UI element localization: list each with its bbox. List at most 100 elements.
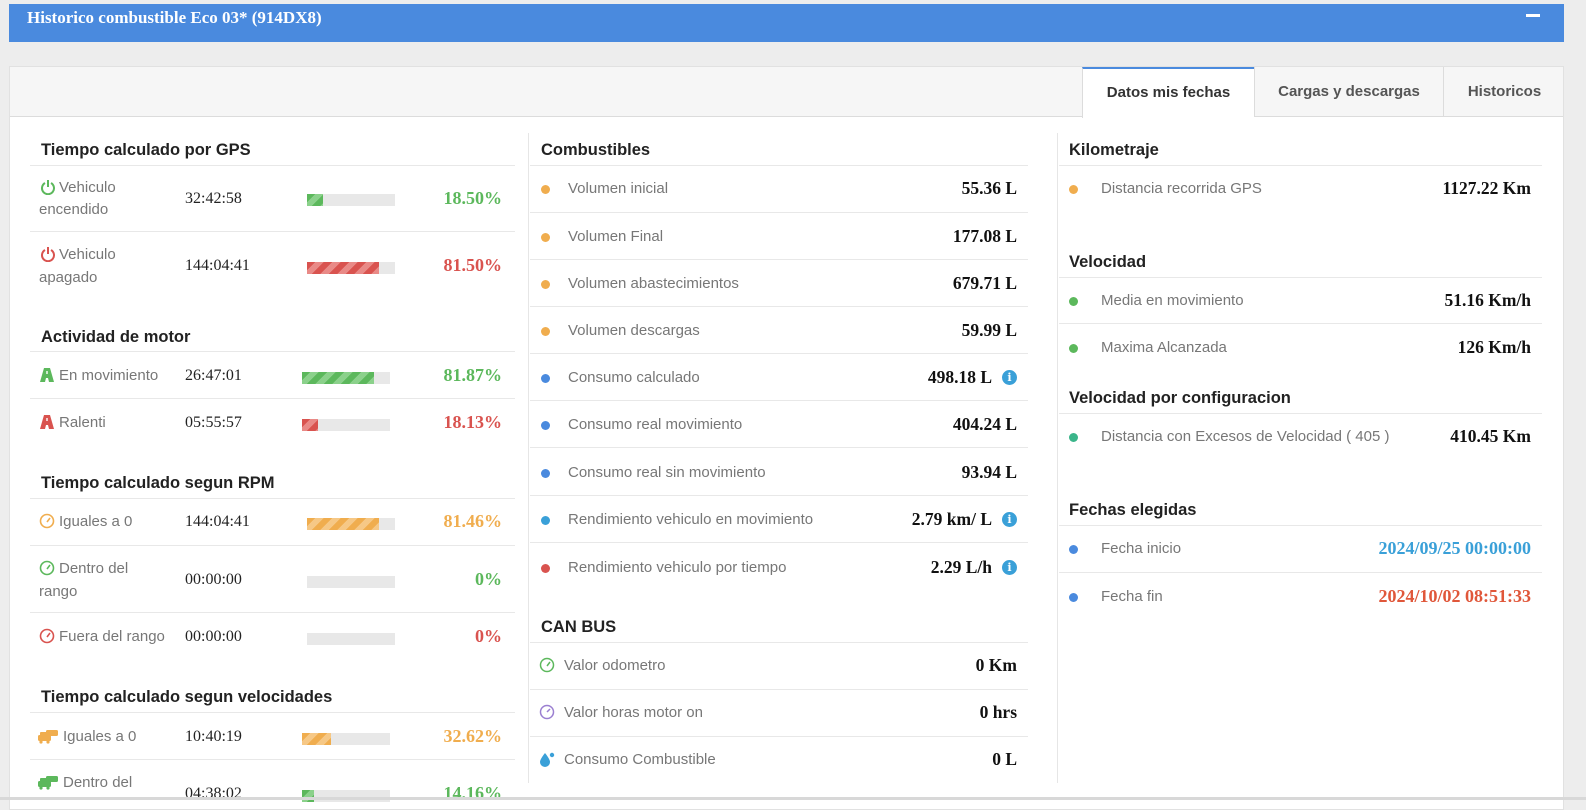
row-label: Consumo real movimiento bbox=[568, 416, 743, 433]
row-label: Maxima Alcanzada bbox=[1101, 339, 1227, 356]
progress-bar bbox=[307, 194, 395, 206]
progress-bar bbox=[302, 372, 390, 384]
power-icon bbox=[41, 180, 55, 195]
row-percent: 14.16% bbox=[443, 783, 503, 803]
section-title: Fechas elegidas bbox=[1069, 501, 1197, 519]
divider bbox=[530, 353, 1028, 354]
progress-bar bbox=[307, 262, 395, 274]
row-value: 404.24 L bbox=[952, 414, 1017, 434]
status-dot bbox=[1069, 593, 1078, 602]
divider bbox=[30, 612, 515, 613]
row-label: Consumo real sin movimiento bbox=[568, 464, 766, 481]
row-label: Vehiculo bbox=[59, 246, 116, 263]
status-dot bbox=[541, 327, 550, 336]
row-value: 2.79 km/ L bbox=[911, 509, 992, 529]
row-label: Valor odometro bbox=[564, 657, 666, 674]
row-value: 679.71 L bbox=[952, 273, 1017, 293]
row-percent: 81.50% bbox=[443, 255, 503, 275]
status-dot bbox=[1069, 344, 1078, 353]
gauge-icon bbox=[39, 513, 55, 529]
row-percent: 81.87% bbox=[443, 365, 503, 385]
row-label-2: encendido bbox=[39, 201, 109, 218]
divider bbox=[530, 400, 1028, 401]
row-value: 177.08 L bbox=[952, 226, 1017, 246]
section-title: Velocidad por configuracion bbox=[1069, 389, 1291, 407]
row-label: Volumen inicial bbox=[568, 180, 669, 197]
clock-icon bbox=[539, 704, 555, 720]
divider bbox=[530, 736, 1028, 737]
info-icon[interactable]: i bbox=[1002, 560, 1017, 575]
status-dot bbox=[541, 185, 550, 194]
row-label: Valor horas motor on bbox=[564, 704, 703, 721]
divider bbox=[30, 165, 515, 166]
row-label: Fecha inicio bbox=[1101, 540, 1182, 557]
status-dot bbox=[541, 516, 550, 525]
divider bbox=[30, 498, 515, 499]
row-value: 498.18 L bbox=[927, 367, 992, 387]
divider bbox=[30, 712, 515, 713]
row-value: 55.36 L bbox=[961, 178, 1017, 198]
fuel-drop-icon bbox=[540, 752, 555, 767]
divider bbox=[30, 231, 515, 232]
row-value: 2.29 L/h bbox=[930, 557, 992, 577]
tab-cargas-y-descargas[interactable]: Cargas y descargas bbox=[1254, 67, 1443, 117]
row-percent: 32.62% bbox=[443, 726, 503, 746]
section-title: Combustibles bbox=[541, 141, 651, 159]
row-label: Fuera del rango bbox=[59, 628, 165, 645]
row-time: 10:40:19 bbox=[185, 728, 242, 745]
section-title: Tiempo calculado por GPS bbox=[41, 141, 251, 159]
info-icon[interactable]: i bbox=[1002, 512, 1017, 527]
row-label: Consumo Combustible bbox=[564, 751, 716, 768]
power-icon bbox=[41, 247, 55, 262]
row-label: Iguales a 0 bbox=[59, 513, 133, 530]
status-dot bbox=[1069, 185, 1078, 194]
window-title: Historico combustible Eco 03* (914DX8) bbox=[27, 8, 322, 27]
cars-icon bbox=[38, 776, 58, 790]
row-label-2: rango bbox=[39, 583, 78, 600]
status-dot bbox=[541, 564, 550, 573]
divider bbox=[1059, 572, 1542, 573]
divider bbox=[1059, 277, 1542, 278]
divider bbox=[530, 642, 1028, 643]
gauge-icon bbox=[39, 560, 55, 576]
road-icon bbox=[40, 415, 54, 429]
row-percent: 0% bbox=[475, 626, 502, 646]
gauge-icon bbox=[39, 628, 55, 644]
divider bbox=[30, 759, 515, 760]
row-label: Dentro del bbox=[63, 774, 133, 791]
info-icon[interactable]: i bbox=[1002, 370, 1017, 385]
column-divider bbox=[528, 133, 529, 783]
section-title: CAN BUS bbox=[541, 618, 617, 636]
progress-bar bbox=[307, 633, 395, 645]
minimize-icon[interactable] bbox=[1526, 14, 1540, 17]
row-label: Dentro del bbox=[59, 560, 129, 577]
row-percent: 0% bbox=[475, 569, 502, 589]
row-label: Volumen Final bbox=[568, 228, 664, 245]
row-label: Volumen descargas bbox=[568, 322, 700, 339]
tab-datos-mis-fechas[interactable]: Datos mis fechas bbox=[1082, 67, 1254, 118]
row-value: 59.99 L bbox=[961, 320, 1017, 340]
row-label: Distancia con Excesos de Velocidad ( 405… bbox=[1101, 428, 1390, 445]
divider bbox=[1059, 165, 1542, 166]
row-time: 00:00:00 bbox=[185, 628, 242, 645]
divider bbox=[30, 351, 515, 352]
divider bbox=[530, 306, 1028, 307]
section-title: Actividad de motor bbox=[41, 328, 191, 346]
divider bbox=[30, 545, 515, 546]
tab-historicos[interactable]: Historicos bbox=[1443, 67, 1565, 117]
tab-bar: Datos mis fechas Cargas y descargas Hist… bbox=[10, 67, 1565, 118]
row-time: 05:55:57 bbox=[185, 414, 242, 431]
status-dot bbox=[541, 280, 550, 289]
status-dot bbox=[1069, 545, 1078, 554]
cars-icon bbox=[38, 730, 58, 744]
status-dot bbox=[541, 421, 550, 430]
row-time: 26:47:01 bbox=[185, 367, 242, 384]
row-value: 0 L bbox=[992, 749, 1017, 769]
divider bbox=[30, 398, 515, 399]
divider bbox=[1059, 525, 1542, 526]
row-value: 410.45 Km bbox=[1450, 426, 1531, 446]
section-title: Tiempo calculado segun RPM bbox=[41, 474, 275, 492]
section-title: Tiempo calculado segun velocidades bbox=[41, 688, 333, 706]
row-label: Media en movimiento bbox=[1101, 292, 1244, 309]
horizontal-scrollbar[interactable] bbox=[0, 797, 1586, 800]
